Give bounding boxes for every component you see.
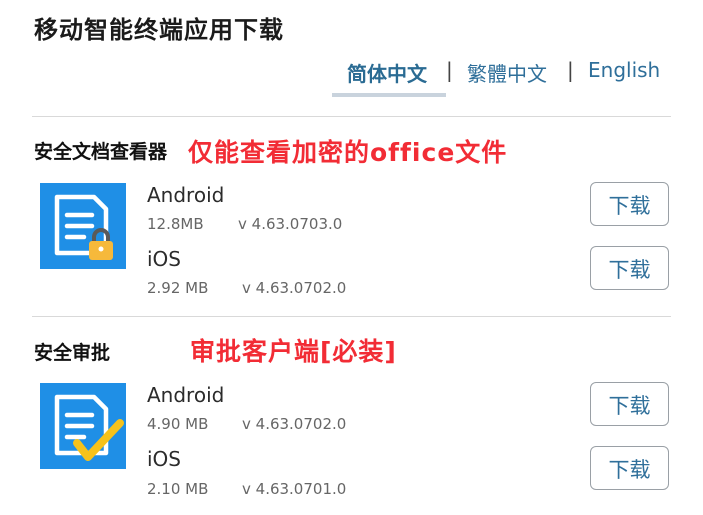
divider — [32, 116, 671, 117]
lang-separator: | — [567, 58, 574, 82]
file-size: 12.8MB — [147, 215, 204, 233]
page-title: 移动智能终端应用下载 — [34, 16, 284, 44]
divider — [32, 316, 671, 317]
platform-android-label: Android — [147, 383, 225, 407]
lang-separator: | — [446, 58, 453, 82]
active-lang-underline — [332, 93, 446, 97]
section-title: 安全审批 — [34, 342, 111, 364]
platform-android-label: Android — [147, 183, 225, 207]
file-size: 2.92 MB — [147, 279, 209, 297]
download-android-button[interactable]: 下载 — [590, 182, 669, 226]
approval-document-check-icon — [40, 383, 126, 469]
version: v 4.63.0703.0 — [238, 215, 343, 233]
version: v 4.63.0702.0 — [242, 279, 347, 297]
platform-ios-label: iOS — [147, 247, 181, 271]
section-annotation: 审批客户端[必装] — [190, 337, 397, 366]
lang-english[interactable]: English — [588, 58, 660, 82]
section-annotation: 仅能查看加密的office文件 — [188, 138, 508, 167]
lang-traditional-chinese[interactable]: 繁體中文 — [467, 58, 547, 87]
platform-ios-label: iOS — [147, 447, 181, 471]
file-size: 2.10 MB — [147, 480, 209, 498]
download-ios-button[interactable]: 下载 — [590, 446, 669, 490]
version: v 4.63.0702.0 — [242, 415, 347, 433]
download-ios-button[interactable]: 下载 — [590, 246, 669, 290]
file-size: 4.90 MB — [147, 415, 209, 433]
version: v 4.63.0701.0 — [242, 480, 347, 498]
download-android-button[interactable]: 下载 — [590, 382, 669, 426]
section-title: 安全文档查看器 — [34, 141, 168, 163]
lang-simplified-chinese[interactable]: 简体中文 — [347, 58, 427, 87]
secure-document-lock-icon — [40, 183, 126, 269]
